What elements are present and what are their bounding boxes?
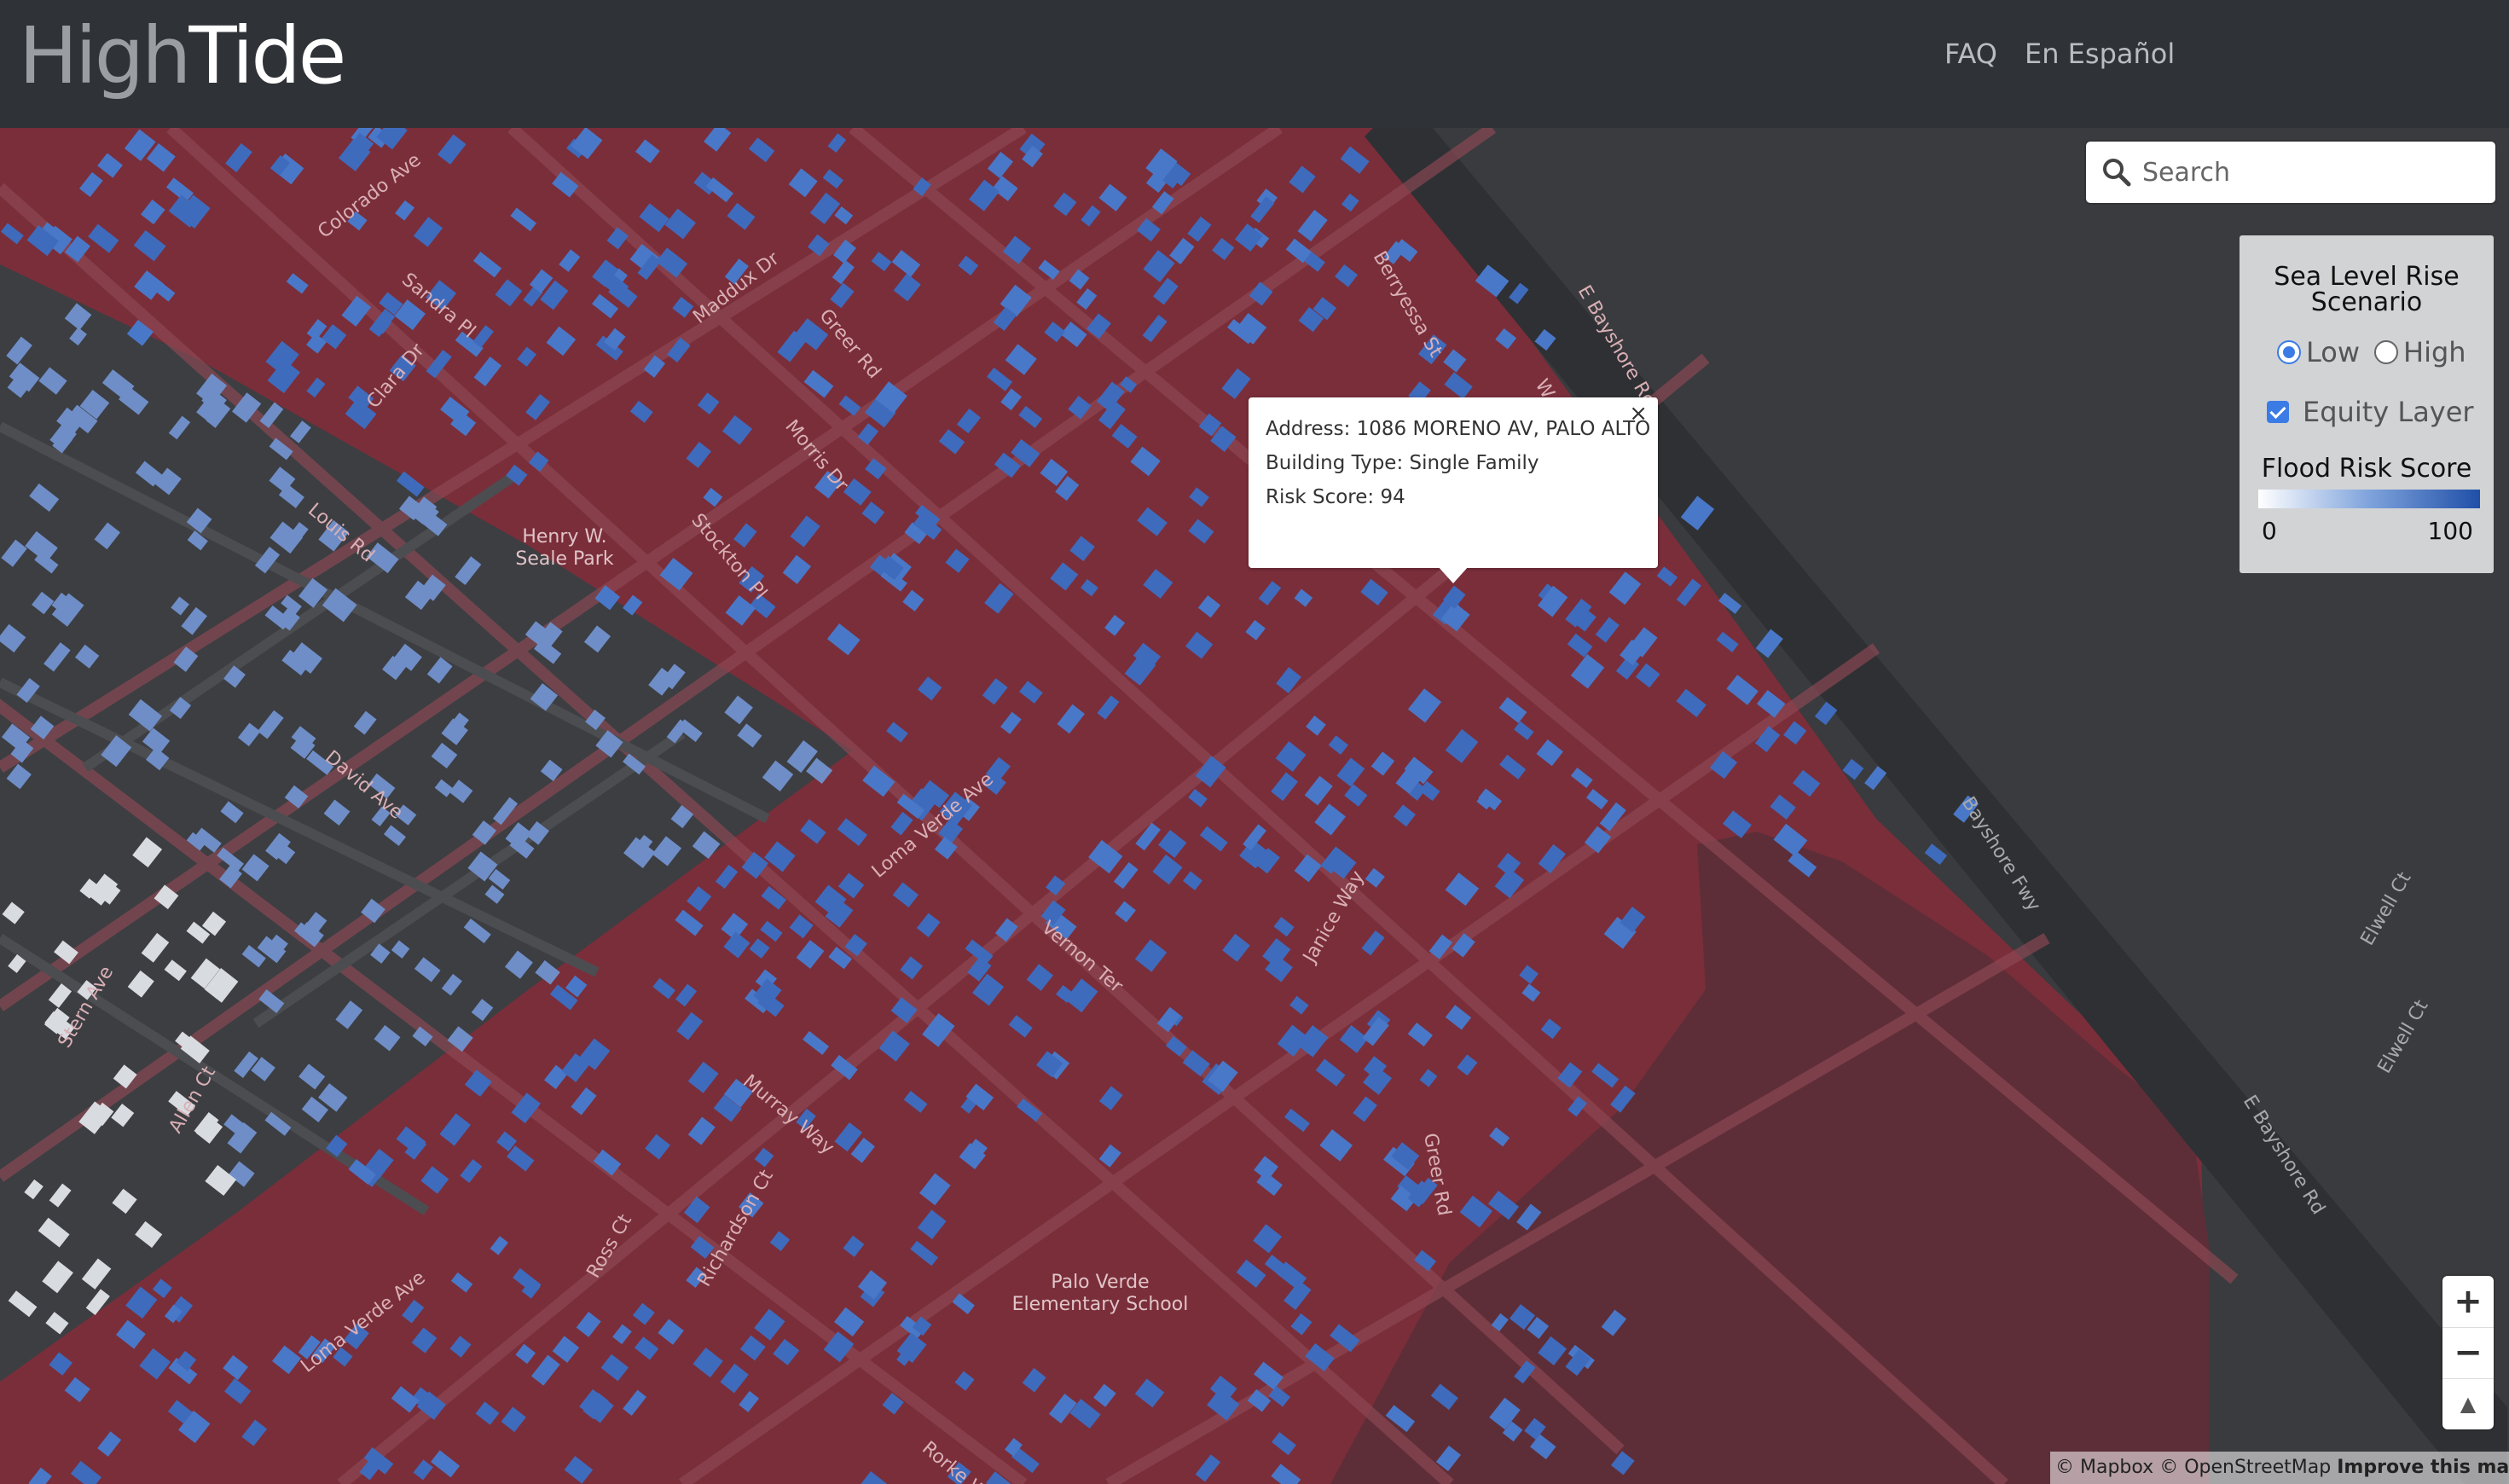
place-label: Elementary School <box>1012 1294 1189 1315</box>
flood-risk-gradient <box>2258 490 2480 508</box>
zoom-in-button[interactable]: + <box>2442 1276 2494 1327</box>
place-label: Henry W. <box>522 526 606 548</box>
nav-spanish-link[interactable]: En Español <box>2025 38 2175 70</box>
popup-risk-score: Risk Score: 94 <box>1266 486 1405 508</box>
search-input[interactable] <box>2141 152 2482 193</box>
score-max-label: 100 <box>2427 517 2473 545</box>
zoom-controls: + − ▲ <box>2442 1276 2494 1429</box>
scenario-low-option[interactable]: Low <box>2277 336 2360 368</box>
map-canvas[interactable]: Colorado Ave Sandra Pl Clara Dr Louis Rd Mad… <box>0 128 2509 1484</box>
nav-faq-link[interactable]: FAQ <box>1944 38 1997 70</box>
place-label: Palo Verde <box>1051 1272 1149 1293</box>
mapbox-attribution-link[interactable]: © Mapbox <box>2055 1457 2153 1478</box>
popup-building-type: Building Type: Single Family <box>1266 452 1539 474</box>
map-attribution: © Mapbox © OpenStreetMap Improve this ma… <box>2050 1452 2509 1484</box>
place-label: Seale Park <box>515 548 613 570</box>
legend-panel: Sea Level Rise Scenario Low High Equity … <box>2240 235 2494 573</box>
search-box[interactable] <box>2086 142 2495 203</box>
equity-layer-toggle[interactable]: Equity Layer <box>2267 396 2474 428</box>
scenario-title: Sea Level Rise Scenario <box>2274 262 2460 317</box>
map-svg: Colorado AveSandra PlClara DrLouis RdMad… <box>0 128 2509 1484</box>
score-min-label: 0 <box>2262 517 2277 545</box>
building-popup: × Address: 1086 MORENO AV, PALO ALTO Bui… <box>1249 397 1658 583</box>
popup-address: Address: 1086 MORENO AV, PALO ALTO <box>1266 418 1651 440</box>
search-icon <box>2103 159 2131 187</box>
app-logo[interactable]: HighTide <box>19 5 346 107</box>
zoom-out-button[interactable]: − <box>2442 1327 2494 1378</box>
scenario-high-option[interactable]: High <box>2374 336 2466 368</box>
osm-attribution-link[interactable]: © OpenStreetMap <box>2159 1457 2331 1478</box>
flood-risk-score-title: Flood Risk Score <box>2261 454 2472 484</box>
improve-map-link[interactable]: Improve this map <box>2337 1457 2509 1478</box>
popup-tip <box>1438 566 1469 583</box>
equity-layer-checkbox[interactable] <box>2267 401 2289 423</box>
compass-reset-button[interactable]: ▲ <box>2442 1378 2494 1429</box>
radio-low[interactable] <box>2277 340 2301 364</box>
radio-high[interactable] <box>2374 340 2398 364</box>
app-header: HighTide FAQ En Español <box>0 0 2509 128</box>
